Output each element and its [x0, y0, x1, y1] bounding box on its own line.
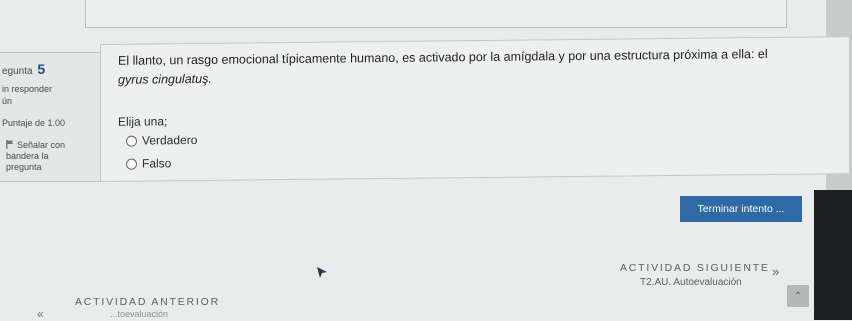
question-text: El llanto, un rasgo emocional típicament… [118, 47, 768, 87]
radio-button[interactable] [126, 135, 137, 147]
previous-arrow-icon[interactable]: « [37, 307, 44, 321]
flag-icon [6, 140, 14, 149]
mouse-cursor-icon [317, 267, 327, 278]
previous-question-box [85, 0, 787, 28]
previous-activity-label[interactable]: ACTIVIDAD ANTERIOR [75, 296, 220, 308]
scroll-to-top-button[interactable]: ⌃ [787, 285, 809, 307]
option-falso[interactable]: Falso [126, 156, 171, 171]
next-activity-link[interactable]: T2.AU. Autoevaluación [640, 277, 742, 288]
radio-button[interactable] [126, 158, 137, 170]
next-arrow-icon[interactable]: » [772, 264, 779, 279]
question-number: egunta 5 [2, 61, 46, 77]
chevron-up-icon: ⌃ [793, 290, 803, 302]
question-status: in responder [2, 84, 53, 94]
option-verdadero[interactable]: Verdadero [126, 133, 197, 148]
question-info-panel: egunta 5 in responder ún Puntaje de 1.00… [0, 52, 101, 182]
next-activity-label[interactable]: ACTIVIDAD SIGUIENTE [620, 262, 770, 274]
flag-question-link[interactable]: Señalar con bandera la pregunta [6, 140, 65, 173]
previous-activity-link[interactable]: ...toevaluación [110, 309, 168, 319]
finish-attempt-button[interactable]: Terminar intento ... [680, 196, 802, 222]
answer-prompt: Elija una; [118, 114, 168, 129]
window-dark-edge [814, 190, 852, 320]
question-status-cont: ún [2, 96, 13, 106]
question-content: El llanto, un rasgo emocional típicament… [100, 36, 850, 182]
question-points: Puntaje de 1.00 [2, 118, 66, 128]
